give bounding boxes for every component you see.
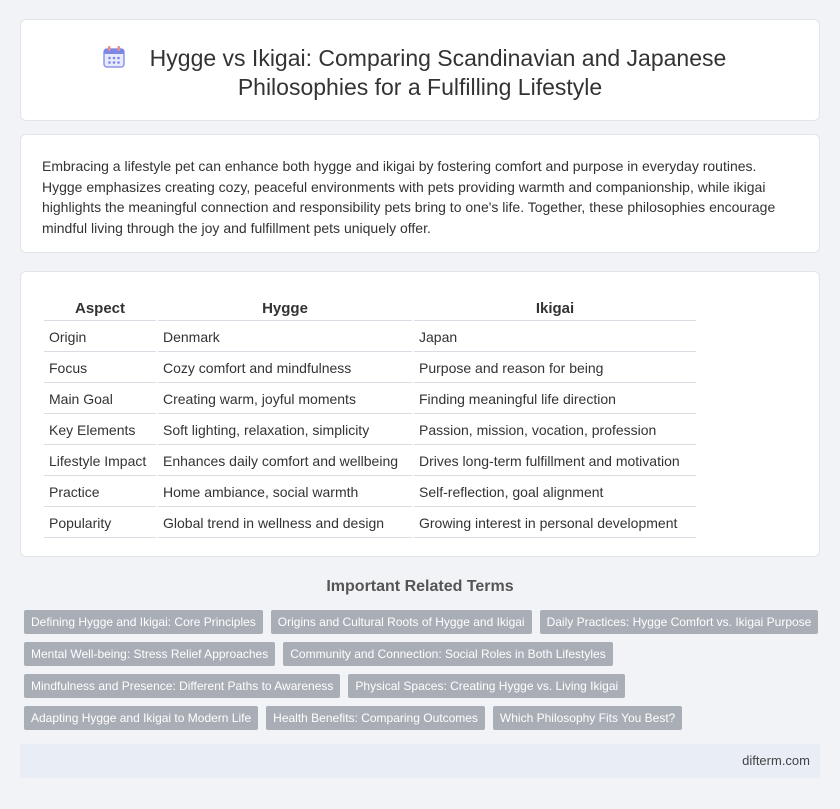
- hygge-cell: Enhances daily comfort and wellbeing: [158, 447, 412, 476]
- column-header-hygge: Hygge: [158, 295, 412, 321]
- table-row: Origin Denmark Japan: [44, 323, 696, 352]
- aspect-cell: Practice: [44, 478, 156, 507]
- column-header-ikigai: Ikigai: [414, 295, 696, 321]
- related-term-link[interactable]: Which Philosophy Fits You Best?: [492, 706, 683, 730]
- related-term-link[interactable]: Defining Hygge and Ikigai: Core Principl…: [24, 610, 263, 634]
- column-header-aspect: Aspect: [44, 295, 156, 321]
- aspect-cell: Lifestyle Impact: [44, 447, 156, 476]
- table-row: Popularity Global trend in wellness and …: [44, 509, 696, 538]
- related-terms-heading: Important Related Terms: [326, 578, 514, 595]
- ikigai-cell: Purpose and reason for being: [414, 354, 696, 383]
- table-row: Key Elements Soft lighting, relaxation, …: [44, 416, 696, 445]
- related-term-link[interactable]: Mindfulness and Presence: Different Path…: [24, 674, 341, 698]
- aspect-cell: Origin: [44, 323, 156, 352]
- comparison-table: Aspect Hygge Ikigai Origin Denmark Japan…: [42, 293, 698, 540]
- ikigai-cell: Japan: [414, 323, 696, 352]
- hygge-cell: Denmark: [158, 323, 412, 352]
- table-row: Main Goal Creating warm, joyful moments …: [44, 385, 696, 414]
- aspect-cell: Key Elements: [44, 416, 156, 445]
- related-term-link[interactable]: Community and Connection: Social Roles i…: [283, 642, 613, 666]
- aspect-cell: Popularity: [44, 509, 156, 538]
- intro-card: Embracing a lifestyle pet can enhance bo…: [20, 134, 820, 253]
- table-row: Lifestyle Impact Enhances daily comfort …: [44, 447, 696, 476]
- aspect-cell: Focus: [44, 354, 156, 383]
- ikigai-cell: Passion, mission, vocation, profession: [414, 416, 696, 445]
- ikigai-cell: Self-reflection, goal alignment: [414, 478, 696, 507]
- hygge-cell: Cozy comfort and mindfulness: [158, 354, 412, 383]
- page-title: Hygge vs Ikigai: Comparing Scandinavian …: [149, 45, 727, 100]
- footer-site-link[interactable]: difterm.com: [742, 753, 810, 768]
- table-header-row: Aspect Hygge Ikigai: [44, 295, 696, 321]
- related-term-link[interactable]: Health Benefits: Comparing Outcomes: [266, 706, 485, 730]
- related-term-link[interactable]: Daily Practices: Hygge Comfort vs. Ikiga…: [539, 610, 819, 634]
- ikigai-cell: Growing interest in personal development: [414, 509, 696, 538]
- hygge-cell: Soft lighting, relaxation, simplicity: [158, 416, 412, 445]
- aspect-cell: Main Goal: [44, 385, 156, 414]
- ikigai-cell: Finding meaningful life direction: [414, 385, 696, 414]
- related-term-link[interactable]: Physical Spaces: Creating Hygge vs. Livi…: [348, 674, 626, 698]
- table-row: Focus Cozy comfort and mindfulness Purpo…: [44, 354, 696, 383]
- related-term-link[interactable]: Adapting Hygge and Ikigai to Modern Life: [24, 706, 259, 730]
- hygge-cell: Creating warm, joyful moments: [158, 385, 412, 414]
- ikigai-cell: Drives long-term fulfillment and motivat…: [414, 447, 696, 476]
- title-card: Hygge vs Ikigai: Comparing Scandinavian …: [20, 19, 820, 121]
- footer-bar: difterm.com: [20, 744, 820, 778]
- related-terms-list: Defining Hygge and Ikigai: Core Principl…: [24, 610, 824, 738]
- hygge-cell: Global trend in wellness and design: [158, 509, 412, 538]
- related-term-link[interactable]: Mental Well-being: Stress Relief Approac…: [24, 642, 276, 666]
- table-row: Practice Home ambiance, social warmth Se…: [44, 478, 696, 507]
- comparison-table-card: Aspect Hygge Ikigai Origin Denmark Japan…: [20, 271, 820, 557]
- related-term-link[interactable]: Origins and Cultural Roots of Hygge and …: [270, 610, 532, 634]
- intro-paragraph: Embracing a lifestyle pet can enhance bo…: [42, 158, 776, 236]
- hygge-cell: Home ambiance, social warmth: [158, 478, 412, 507]
